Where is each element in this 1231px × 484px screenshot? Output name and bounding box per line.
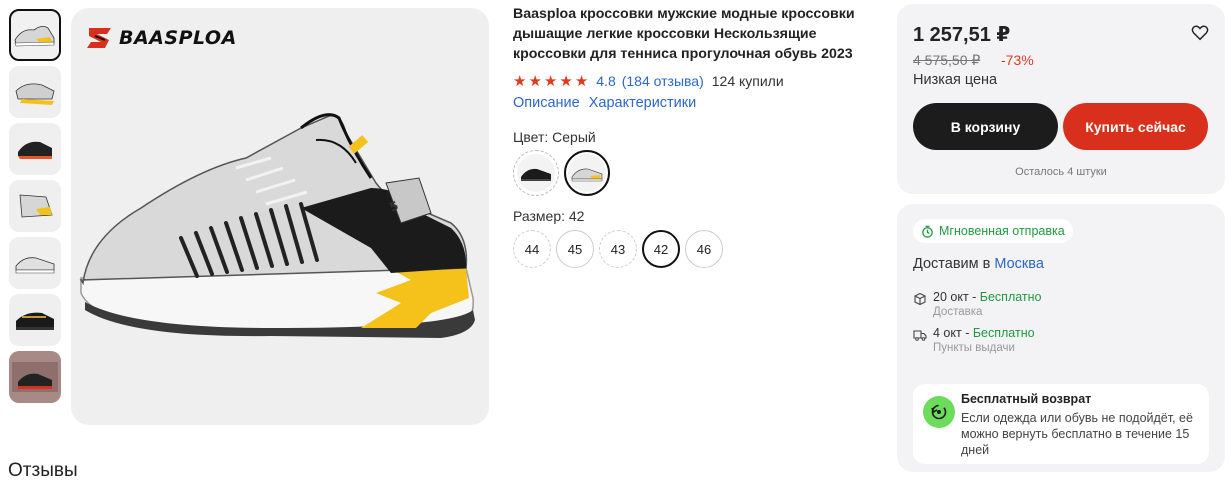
old-price: 4 575,50 ₽: [913, 52, 981, 68]
bought-count: 124 купили: [711, 73, 784, 89]
low-price-label: Низкая цена: [913, 72, 998, 88]
color-options: [513, 150, 873, 196]
product-title: Baasploa кроссовки мужские модные кроссо…: [513, 6, 855, 62]
star-icon: ★: [543, 72, 558, 90]
thumbnail-list: [9, 9, 63, 408]
truck-icon: [913, 330, 927, 341]
instant-shipping-text: Мгновенная отправка: [939, 224, 1065, 238]
color-option-black[interactable]: [513, 150, 559, 196]
delivery-price: Бесплатно: [979, 290, 1042, 304]
star-icon: ★: [513, 72, 527, 90]
size-label: Размер: 42: [513, 208, 585, 224]
reviews-link[interactable]: (184 отзыва): [622, 73, 704, 89]
delivery-option-pickup[interactable]: 4 окт - Бесплатно Пункты выдачи: [913, 326, 1035, 354]
shipping-card: Мгновенная отправка Доставим в Москва 20…: [897, 204, 1225, 472]
thumbnail-2[interactable]: [9, 66, 61, 118]
return-title: Бесплатный возврат: [961, 392, 1092, 406]
rating-row: ★ ★ ★ ★ ★ 4.8 (184 отзыва) 124 купили: [513, 71, 873, 91]
thumbnail-1[interactable]: [9, 9, 61, 61]
delivery-date: 4 окт: [933, 326, 962, 340]
return-text: Если одежда или обувь не подойдёт, её мо…: [961, 411, 1193, 457]
product-main-image[interactable]: BAASPLOA 5: [71, 8, 489, 425]
timer-icon: [922, 225, 933, 238]
star-icon: ★: [528, 72, 542, 90]
brand-logo: BAASPLOA: [85, 26, 237, 50]
discount-badge: -73%: [1001, 52, 1034, 68]
size-option[interactable]: 45: [556, 230, 594, 268]
heart-icon[interactable]: [1191, 24, 1209, 42]
delivery-type: Доставка: [933, 306, 983, 318]
buy-card: 1 257,51 ₽ 4 575,50 ₽ -73% Низкая цена В…: [897, 4, 1225, 194]
current-price: 1 257,51 ₽: [913, 24, 1011, 46]
size-option[interactable]: 43: [599, 230, 637, 268]
thumbnail-7[interactable]: [9, 351, 61, 403]
instant-shipping-badge: Мгновенная отправка: [913, 219, 1073, 243]
size-option[interactable]: 44: [513, 230, 551, 268]
star-icon: ★: [559, 72, 573, 90]
brand-name: BAASPLOA: [119, 27, 237, 49]
color-label: Цвет: Серый: [513, 129, 596, 145]
star-icon: ★: [574, 72, 589, 90]
specs-link[interactable]: Характеристики: [589, 95, 697, 111]
add-to-cart-button[interactable]: В корзину: [913, 103, 1058, 150]
stock-left: Осталось 4 штуки: [1015, 166, 1107, 178]
thumbnail-3[interactable]: [9, 123, 61, 175]
buy-now-button[interactable]: Купить сейчас: [1063, 103, 1208, 150]
size-option[interactable]: 46: [685, 230, 723, 268]
return-icon: [923, 396, 955, 428]
product-info: Baasploa кроссовки мужские модные кроссо…: [513, 4, 873, 268]
city-link[interactable]: Москва: [994, 256, 1044, 272]
info-links: Описание Характеристики: [513, 95, 873, 111]
description-link[interactable]: Описание: [513, 95, 580, 111]
deliver-to: Доставим в Москва: [913, 256, 1044, 272]
separator: -: [968, 290, 980, 304]
delivery-date: 20 окт: [933, 290, 969, 304]
shoe-image: 5: [79, 113, 475, 338]
color-swatch: [568, 154, 606, 192]
separator: -: [961, 326, 973, 340]
box-icon: [914, 292, 926, 306]
thumbnail-5[interactable]: [9, 237, 61, 289]
delivery-price: Бесплатно: [972, 326, 1035, 340]
size-option-selected[interactable]: 42: [642, 230, 680, 268]
rating-value[interactable]: 4.8: [596, 73, 615, 89]
thumbnail-4[interactable]: [9, 180, 61, 232]
color-swatch: [517, 154, 555, 192]
rating-stars: ★ ★ ★ ★ ★: [513, 74, 588, 89]
size-options: 44 45 43 42 46: [513, 230, 873, 268]
delivery-option-courier[interactable]: 20 окт - Бесплатно Доставка: [913, 290, 1042, 318]
brand-mark-icon: [87, 28, 111, 48]
deliver-prefix: Доставим в: [913, 256, 991, 272]
free-return-box[interactable]: Бесплатный возврат Если одежда или обувь…: [913, 384, 1209, 464]
thumbnail-6[interactable]: [9, 294, 61, 346]
reviews-heading: Отзывы: [8, 460, 78, 481]
delivery-type: Пункты выдачи: [933, 342, 1015, 354]
color-option-grey[interactable]: [564, 150, 610, 196]
